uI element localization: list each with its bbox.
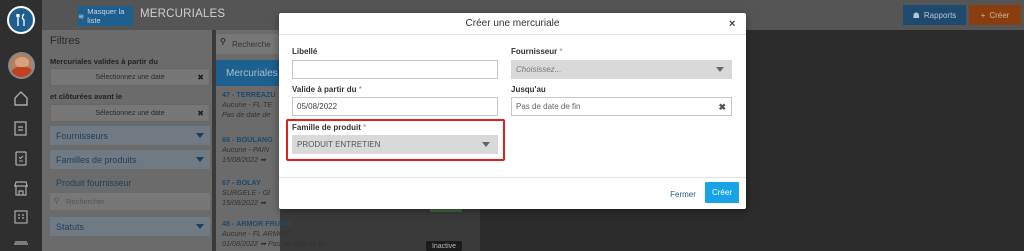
create-button[interactable]: + Créer — [969, 5, 1021, 25]
fournisseur-label-text: Fournisseur — [511, 47, 558, 56]
filters-panel: Filtres Mercuriales valides à partir du … — [42, 30, 212, 251]
until-label: Jusqu'au — [511, 85, 546, 94]
until-placeholder: Pas de date de fin — [516, 102, 581, 111]
filter-suppliers-label: Fournisseurs — [56, 130, 109, 141]
list-item-dates: Pas de date de — [222, 110, 271, 119]
fournisseur-placeholder: Choisissez... — [516, 65, 562, 74]
chevron-down-icon — [196, 157, 204, 162]
filter-status[interactable]: Statuts — [50, 217, 210, 236]
clear-icon[interactable]: ✖ — [718, 102, 726, 113]
create-mercuriale-modal: Créer une mercuriale × Libellé Fournisse… — [279, 13, 746, 209]
list-item[interactable]: 47 - TERREAZU Aucune - FL TE Pas de date… — [222, 90, 276, 120]
list-toggle-icon: ≋ — [78, 11, 85, 21]
valid-from-field[interactable]: 05/08/2022 — [292, 97, 498, 116]
list-item-dates: 15/08/2022 ➡ — [222, 198, 266, 207]
filter-supplier-product-label: Produit fournisseur — [56, 177, 132, 188]
status-badge: Inactive — [426, 241, 462, 251]
required-mark: * — [358, 85, 362, 94]
list-item-subtitle: Aucune - FL TE — [222, 100, 273, 109]
valid-from-filter-label: Mercuriales valides à partir du — [50, 57, 158, 66]
create-label: Créer — [989, 10, 1010, 20]
list-item-subtitle: SURGELE - Gl — [222, 188, 270, 197]
filter-search-placeholder: Rechercher — [66, 197, 105, 206]
list-item-title: 67 - BOLAY — [222, 178, 261, 187]
filter-product-families-label: Familles de produits — [56, 154, 137, 165]
list-header: Mercuriales — [216, 60, 280, 86]
reports-icon: ☗ — [912, 10, 920, 20]
libelle-label-text: Libellé — [292, 47, 318, 56]
search-icon: ⚲ — [220, 37, 226, 46]
highlight-box — [286, 119, 505, 161]
edit-document-icon[interactable] — [12, 120, 30, 136]
chevron-down-icon — [196, 133, 204, 138]
page-title: MERCURIALES — [140, 8, 226, 20]
search-icon: ⚲ — [54, 196, 60, 205]
modal-footer-divider — [279, 177, 746, 178]
fournisseur-select[interactable]: Choisissez... — [511, 60, 732, 79]
chevron-down-icon — [196, 224, 204, 229]
filters-title: Filtres — [50, 35, 80, 47]
reports-label: Rapports — [923, 10, 957, 20]
closed-before-filter-placeholder: Sélectionnez une date — [95, 109, 165, 117]
submit-button[interactable]: Créer — [705, 182, 739, 203]
filter-status-label: Statuts — [56, 221, 85, 232]
clear-icon[interactable]: ✖ — [197, 109, 204, 118]
list-item-dates: 01/08/2022 ➡ Pas de date de fin — [222, 239, 326, 248]
hide-list-button[interactable]: ≋ Masquer la liste — [78, 6, 133, 26]
close-icon[interactable]: × — [729, 18, 735, 30]
list-item-title: 47 - TERREAZU — [222, 90, 276, 99]
closed-before-filter-input[interactable]: Sélectionnez une date ✖ — [50, 104, 210, 122]
avatar[interactable] — [8, 52, 35, 79]
cancel-button[interactable]: Fermer — [667, 185, 699, 203]
list-item[interactable]: 48 - ARMOR FRUITS Aucune - FL ARMOR 01/0… — [222, 219, 326, 249]
plus-icon: + — [980, 10, 986, 20]
until-label-text: Jusqu'au — [511, 85, 546, 94]
list-item-title: 48 - ARMOR FRUITS — [222, 219, 292, 228]
app-logo-icon[interactable] — [7, 6, 35, 34]
valid-from-filter-input[interactable]: Sélectionnez une date ✖ — [50, 68, 210, 86]
list-panel: ⚲ Recherche Mercuriales 47 - TERREAZU Au… — [216, 30, 280, 251]
filter-product-families[interactable]: Familles de produits — [50, 150, 210, 169]
list-item-subtitle: Aucune - PAIN — [222, 145, 270, 154]
filter-search-input[interactable]: ⚲ Rechercher — [50, 193, 210, 210]
until-field[interactable]: Pas de date de fin ✖ — [511, 97, 732, 116]
list-item-subtitle: Aucune - FL ARMOR — [222, 229, 290, 238]
warehouse-icon[interactable] — [12, 238, 30, 251]
valid-from-label-text: Valide à partir du — [292, 85, 357, 94]
clipboard-icon[interactable] — [12, 150, 30, 166]
filter-supplier-product[interactable]: Produit fournisseur — [50, 173, 210, 192]
required-mark: * — [559, 47, 563, 56]
icon-sidebar — [0, 0, 42, 251]
modal-header: Créer une mercuriale × — [279, 13, 746, 35]
filter-suppliers[interactable]: Fournisseurs — [50, 126, 210, 145]
list-search-input[interactable]: ⚲ Recherche — [216, 34, 280, 54]
closed-before-filter-label: et clôturées avant le — [50, 92, 123, 101]
hide-list-label: Masquer la liste — [87, 7, 125, 25]
list-item[interactable]: 67 - BOLAY SURGELE - Gl 15/08/2022 ➡ — [222, 178, 270, 208]
list-item-title: 68 - BOULANG — [222, 135, 273, 144]
list-item[interactable]: 68 - BOULANG Aucune - PAIN 15/08/2022 ➡ — [222, 135, 273, 165]
chevron-down-icon — [716, 67, 724, 72]
reports-button[interactable]: ☗ Rapports — [903, 5, 966, 25]
clear-icon[interactable]: ✖ — [197, 73, 204, 82]
libelle-field[interactable] — [292, 60, 498, 79]
valid-from-label: Valide à partir du * — [292, 85, 362, 94]
fournisseur-label: Fournisseur * — [511, 47, 563, 56]
modal-title: Créer une mercuriale — [465, 18, 560, 29]
libelle-label: Libellé — [292, 47, 317, 56]
home-icon[interactable] — [12, 90, 30, 106]
building-icon[interactable] — [12, 208, 30, 224]
valid-from-filter-placeholder: Sélectionnez une date — [95, 73, 165, 81]
list-item-dates: 15/08/2022 ➡ — [222, 155, 266, 164]
list-search-placeholder: Recherche — [232, 39, 271, 49]
store-icon[interactable] — [12, 180, 30, 196]
